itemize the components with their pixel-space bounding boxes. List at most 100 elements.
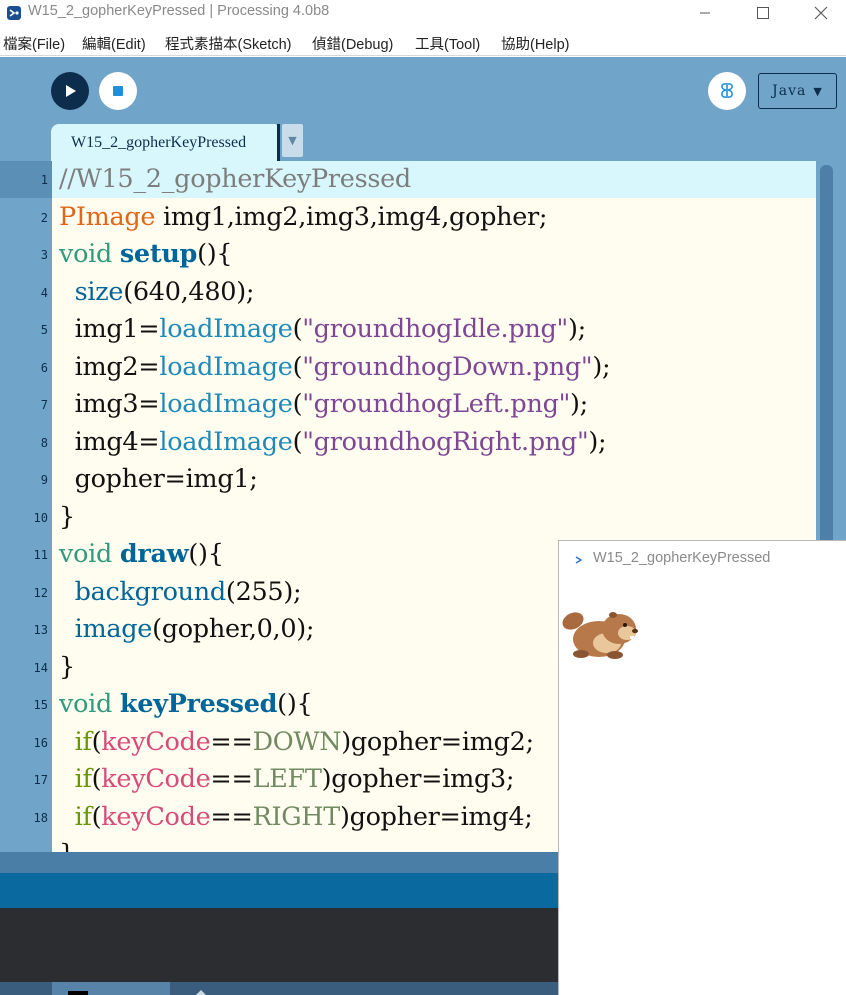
code-token: keyCode: [101, 764, 211, 794]
code-token: }: [59, 839, 75, 852]
maximize-button[interactable]: [734, 0, 792, 26]
code-line: PImage img1,img2,img3,img4,gopher;: [59, 199, 548, 236]
close-icon: [814, 6, 828, 20]
code-line: }: [59, 836, 75, 852]
code-token: ==: [210, 726, 253, 757]
code-line: if(keyCode==LEFT)gopher=img3;: [59, 761, 515, 798]
code-token: }: [59, 651, 75, 682]
minimize-icon: [700, 12, 710, 14]
tab-label: W15_2_gopherKeyPressed: [71, 133, 247, 151]
code-token: RIGHT: [252, 801, 341, 832]
line-number: 7: [40, 398, 48, 412]
code-line: void setup(){: [59, 236, 233, 273]
code-token: )gopher=img4;: [339, 801, 533, 832]
menu-tool[interactable]: 工具(Tool): [415, 33, 480, 54]
code-token: keyPressed: [119, 689, 278, 719]
code-token: void: [59, 239, 113, 269]
code-token: setup: [119, 239, 198, 269]
code-token: img1=: [59, 314, 160, 344]
code-line: img3=loadImage("groundhogLeft.png");: [59, 386, 589, 423]
code-line: img1=loadImage("groundhogIdle.png");: [59, 311, 587, 348]
run-button[interactable]: [51, 72, 89, 110]
butterfly-icon: [721, 83, 733, 98]
code-token: (){: [197, 239, 233, 269]
code-line: img2=loadImage("groundhogDown.png");: [59, 349, 611, 386]
scrollbar-thumb[interactable]: [820, 165, 833, 545]
code-token: (: [91, 801, 102, 832]
debug-button[interactable]: [708, 72, 746, 110]
code-line: void draw(){: [59, 536, 224, 573]
code-token: img4=: [59, 426, 160, 457]
menu-debug[interactable]: 偵錯(Debug): [312, 33, 393, 54]
code-token: (255);: [225, 576, 302, 607]
tab-menu-button[interactable]: ▼: [282, 124, 303, 157]
menu-help[interactable]: 協助(Help): [501, 33, 569, 54]
line-number: 1: [40, 173, 48, 187]
code-token: (: [292, 426, 303, 457]
code-line: if(keyCode==DOWN)gopher=img2;: [59, 724, 535, 761]
code-token: loadImage: [159, 351, 293, 382]
line-number: 10: [33, 510, 48, 525]
code-token: (gopher,0,0);: [152, 614, 315, 644]
line-number: 4: [40, 285, 48, 300]
code-token: img3=: [59, 389, 160, 419]
line-number: 6: [40, 360, 48, 375]
mode-label: Java: [772, 83, 807, 99]
code-token: loadImage: [159, 426, 293, 457]
maximize-icon: [757, 7, 769, 19]
code-token: "groundhogDown.png": [302, 351, 593, 382]
menu-file[interactable]: 檔案(File): [3, 33, 65, 54]
play-icon: [66, 85, 76, 97]
code-token: if: [74, 726, 92, 757]
code-line: background(255);: [59, 574, 302, 611]
code-token: (){: [188, 539, 224, 569]
groundhog-image: [562, 612, 638, 659]
menu-sketch[interactable]: 程式素描本(Sketch): [165, 33, 292, 54]
code-token: ==: [210, 801, 253, 832]
code-token: PImage: [59, 201, 156, 232]
mode-selector[interactable]: Java ▼: [758, 73, 837, 109]
code-token: //W15_2_gopherKeyPressed: [59, 164, 411, 194]
title-bar: W15_2_gopherKeyPressed | Processing 4.0b…: [0, 0, 846, 26]
menu-bar: 檔案(File) 編輯(Edit) 程式素描本(Sketch) 偵錯(Debug…: [0, 28, 846, 56]
processing-logo-icon: [7, 6, 21, 20]
code-token: "groundhogLeft.png": [302, 389, 571, 419]
stop-icon: [113, 86, 123, 96]
window-title: W15_2_gopherKeyPressed | Processing 4.0b…: [28, 3, 330, 19]
line-number: 9: [40, 473, 48, 487]
code-line: size(640,480);: [59, 274, 255, 311]
line-number-gutter: 1 2 3 4 5 6 7 8 9 10 11 12 13 14 15 16 17 18: [0, 161, 52, 852]
sketch-window-title: W15_2_gopherKeyPressed: [593, 550, 771, 566]
code-token: "groundhogRight.png": [302, 426, 589, 457]
close-button[interactable]: [792, 0, 846, 26]
code-line: image(gopher,0,0);: [59, 611, 315, 648]
code-token: );: [592, 351, 611, 382]
stop-button[interactable]: [99, 72, 137, 110]
tab-sketch-file[interactable]: W15_2_gopherKeyPressed: [51, 124, 277, 161]
code-token: loadImage: [159, 314, 293, 344]
code-token: );: [588, 426, 607, 457]
code-token: ==: [210, 764, 253, 794]
minimize-button[interactable]: [676, 0, 734, 26]
code-token: (: [292, 314, 303, 344]
menu-edit[interactable]: 編輯(Edit): [82, 33, 146, 54]
code-token: (: [91, 726, 102, 757]
sketch-window[interactable]: W15_2_gopherKeyPressed: [558, 540, 846, 995]
errors-icon[interactable]: [196, 990, 206, 995]
code-token: gopher=img1;: [59, 464, 258, 494]
code-token: void: [59, 539, 113, 569]
code-line: img4=loadImage("groundhogRight.png");: [59, 424, 607, 461]
code-token: (){: [277, 689, 313, 719]
code-line: if(keyCode==RIGHT)gopher=img4;: [59, 799, 533, 836]
code-token: "groundhogIdle.png": [302, 314, 568, 344]
code-token: draw: [119, 539, 189, 569]
line-number: 3: [40, 248, 48, 262]
code-token: );: [567, 314, 586, 344]
code-line: void keyPressed(){: [59, 686, 313, 723]
